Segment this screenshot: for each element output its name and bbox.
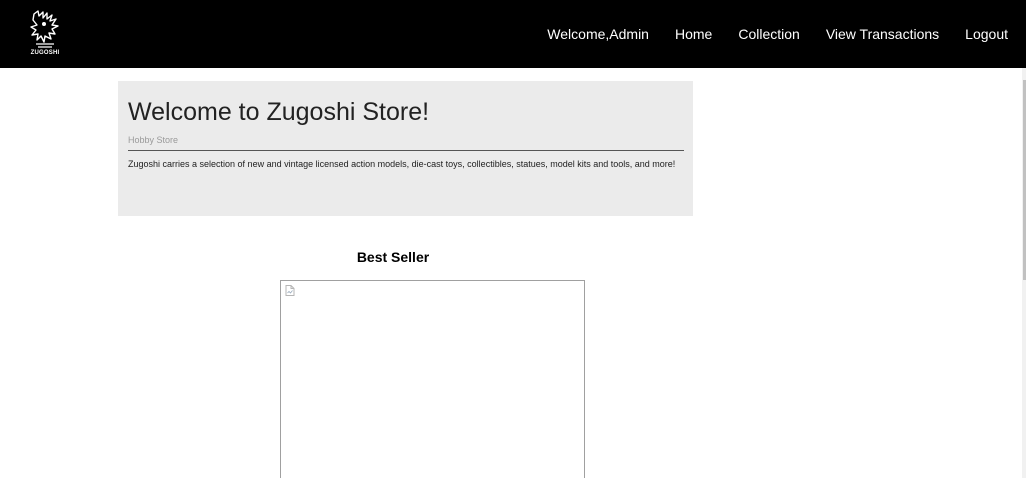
hero-divider — [128, 150, 684, 151]
nav-collection-link[interactable]: Collection — [738, 26, 799, 42]
nav-greeting: Welcome,Admin — [547, 26, 649, 42]
nav-view-transactions-link[interactable]: View Transactions — [826, 26, 939, 42]
navbar: ZUGOSHI Welcome,Admin Home Collection Vi… — [0, 0, 1026, 68]
nav-home-link[interactable]: Home — [675, 26, 712, 42]
nav-links: Welcome,Admin Home Collection View Trans… — [521, 0, 1008, 68]
hero-description: Zugoshi carries a selection of new and v… — [128, 159, 676, 169]
broken-image-icon — [285, 285, 295, 296]
hero-banner: Welcome to Zugoshi Store! Hobby Store Zu… — [118, 81, 693, 216]
hero-subtitle: Hobby Store — [128, 135, 179, 145]
brand-logo-text: ZUGOSHI — [30, 50, 60, 56]
brand-logo[interactable]: ZUGOSHI — [28, 10, 62, 60]
page-scrollbar[interactable] — [1022, 68, 1026, 478]
hero-title: Welcome to Zugoshi Store! — [128, 98, 430, 126]
dragon-logo-icon — [30, 10, 59, 48]
best-seller-title: Best Seller — [356, 249, 430, 265]
best-seller-image[interactable] — [280, 280, 585, 478]
nav-logout-link[interactable]: Logout — [965, 26, 1008, 42]
